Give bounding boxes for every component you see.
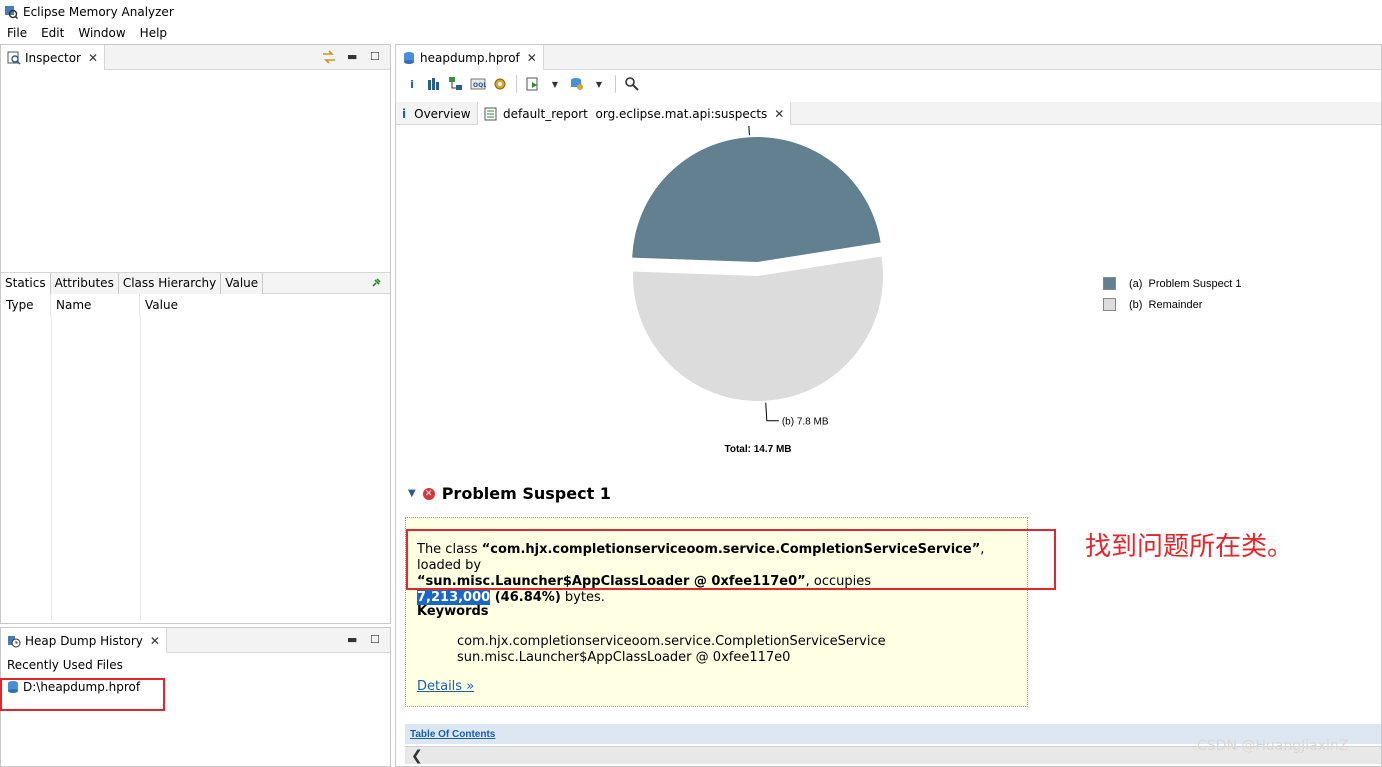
- editor-tabbar: heapdump.hprof ✕: [396, 45, 1381, 70]
- pie-leader-line: [748, 126, 750, 136]
- menu-window[interactable]: Window: [71, 26, 132, 40]
- dropdown-arrow-icon[interactable]: ▼: [547, 76, 563, 92]
- editor-toolbar: i OQL ▼ ▼: [396, 70, 1381, 98]
- report-content: (a) 6.9 MB(b) 7.8 MB Total: 14.7 MB (a) …: [396, 126, 1381, 766]
- svg-text:OQL: OQL: [473, 82, 486, 89]
- column-name[interactable]: Name: [51, 294, 140, 316]
- maximize-icon[interactable]: ☐: [370, 50, 380, 63]
- problem-suspect-title: Problem Suspect 1: [441, 484, 611, 503]
- title-bar: Eclipse Memory Analyzer: [0, 0, 1382, 23]
- close-icon[interactable]: ✕: [774, 107, 784, 121]
- column-type[interactable]: Type: [1, 294, 51, 316]
- menu-edit[interactable]: Edit: [34, 26, 71, 40]
- legend-item-b: (b) Remainder: [1103, 298, 1202, 311]
- histogram-icon[interactable]: [426, 76, 442, 92]
- keyword-item: sun.misc.Launcher$AppClassLoader @ 0xfee…: [457, 650, 791, 665]
- recently-used-label: Recently Used Files: [7, 658, 123, 672]
- table-of-contents-link[interactable]: Table Of Contents: [410, 729, 495, 740]
- annotation-highlight-box: [406, 529, 1056, 590]
- run-report-icon[interactable]: [525, 76, 541, 92]
- toolbar-separator: [615, 75, 616, 93]
- minimize-icon[interactable]: ▬: [347, 50, 357, 63]
- pie-slice: [632, 137, 881, 263]
- pie-slice: [633, 256, 883, 401]
- legend-swatch: [1103, 277, 1116, 290]
- pie-chart: (a) 6.9 MB(b) 7.8 MB Total: 14.7 MB: [632, 126, 883, 455]
- error-icon: ✕: [422, 487, 435, 500]
- history-tab-label: Heap Dump History: [25, 633, 143, 648]
- expand-triangle-icon[interactable]: ▼: [408, 488, 416, 499]
- annotation-text: 找到问题所在类。: [1085, 532, 1294, 562]
- chart-total-label: Total: 14.7 MB: [724, 444, 791, 455]
- inspector-subtabs: Statics Attributes Class Hierarchy Value: [1, 272, 390, 294]
- menu-bar: File Edit Window Help: [0, 23, 1382, 43]
- editor-tab-label: heapdump.hprof: [420, 50, 520, 65]
- column-divider: [51, 316, 52, 621]
- tab-class-hierarchy[interactable]: Class Hierarchy: [118, 273, 222, 294]
- close-icon[interactable]: ✕: [150, 634, 160, 648]
- tab-attributes[interactable]: Attributes: [50, 273, 119, 294]
- editor-subtabs: i Overview default_report org.eclipse.ma…: [396, 102, 1381, 125]
- close-icon[interactable]: ✕: [527, 51, 537, 65]
- eclipse-window: Eclipse Memory Analyzer File Edit Window…: [0, 0, 1382, 767]
- description-text: bytes.: [560, 590, 605, 605]
- query-browser-icon[interactable]: [569, 76, 585, 92]
- column-value[interactable]: Value: [140, 294, 390, 316]
- memory-analyzer-icon: [5, 5, 18, 19]
- annotation-highlight-box: [0, 678, 165, 711]
- dropdown-arrow-icon[interactable]: ▼: [591, 76, 607, 92]
- keyword-item: com.hjx.completionserviceoom.service.Com…: [457, 634, 886, 649]
- window-title: Eclipse Memory Analyzer: [23, 4, 174, 19]
- tab-inspector[interactable]: Inspector ✕: [1, 45, 106, 70]
- scroll-left-icon[interactable]: ❮: [411, 748, 423, 764]
- oql-icon[interactable]: OQL: [470, 76, 486, 92]
- inspector-tabbar: Inspector ✕ ▬ ☐: [1, 45, 390, 70]
- database-icon: [404, 51, 414, 64]
- toolbar-separator: [516, 75, 517, 93]
- link-with-editor-icon[interactable]: [321, 49, 337, 65]
- minimize-icon[interactable]: ▬: [347, 633, 357, 646]
- overview-tab-label: Overview: [414, 106, 471, 121]
- column-divider: [140, 316, 141, 621]
- legend-label: (a) Problem Suspect 1: [1129, 277, 1242, 290]
- inspector-column-headers: Type Name Value: [1, 294, 390, 316]
- pie-slice-label: (b) 7.8 MB: [782, 417, 829, 428]
- details-link[interactable]: Details »: [417, 679, 474, 694]
- report-tab-label: default_report org.eclipse.mat.api:suspe…: [503, 106, 768, 121]
- thread-overview-icon[interactable]: [492, 76, 508, 92]
- search-icon[interactable]: [624, 76, 640, 92]
- tab-statics[interactable]: Statics: [1, 273, 51, 294]
- close-icon[interactable]: ✕: [88, 51, 98, 65]
- maximize-icon[interactable]: ☐: [370, 633, 380, 646]
- suspect-bytes-selected[interactable]: 7,213,000: [417, 590, 491, 605]
- history-tabbar: Heap Dump History ✕ ▬ ☐: [1, 628, 390, 653]
- info-icon: i: [402, 106, 407, 121]
- inspector-tab-label: Inspector: [25, 50, 81, 65]
- suspect-percent: (46.84%): [490, 590, 561, 605]
- tab-overview[interactable]: i Overview: [396, 102, 478, 125]
- history-icon: [8, 635, 21, 647]
- report-icon: [484, 107, 497, 120]
- dominator-tree-icon[interactable]: [448, 76, 464, 92]
- tab-value[interactable]: Value: [221, 273, 264, 294]
- editor-area: heapdump.hprof ✕ i OQL ▼ ▼ i Overview de…: [395, 44, 1382, 767]
- menu-file[interactable]: File: [0, 26, 34, 40]
- problem-suspect-header[interactable]: ▼ ✕ Problem Suspect 1: [408, 484, 611, 503]
- legend-label: (b) Remainder: [1129, 298, 1203, 311]
- inspector-view: Inspector ✕ ▬ ☐ Statics Attributes Class…: [0, 44, 391, 624]
- keywords-title: Keywords: [417, 604, 489, 619]
- tab-default-report[interactable]: default_report org.eclipse.mat.api:suspe…: [478, 102, 792, 125]
- legend-item-a: (a) Problem Suspect 1: [1103, 277, 1242, 290]
- pie-leader-line: [765, 402, 779, 422]
- info-icon[interactable]: i: [404, 76, 420, 92]
- legend-swatch: [1103, 298, 1116, 311]
- inspector-icon: [7, 51, 21, 65]
- tab-heap-dump-history[interactable]: Heap Dump History ✕: [1, 628, 167, 653]
- watermark: CSDN @HuangJiaxinZ: [1197, 738, 1349, 754]
- tab-heapdump-hprof[interactable]: heapdump.hprof ✕: [396, 45, 544, 70]
- menu-help[interactable]: Help: [133, 26, 174, 40]
- pin-icon[interactable]: [371, 278, 381, 288]
